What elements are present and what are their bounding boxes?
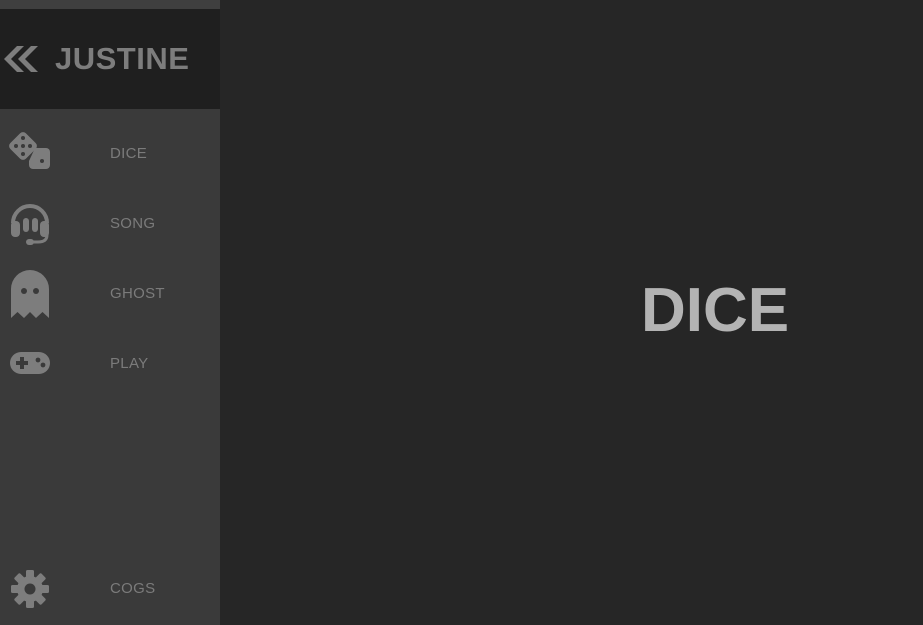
gear-icon — [8, 569, 54, 621]
sidebar-item-label: SONG — [110, 215, 156, 232]
sidebar-item-play[interactable]: PLAY — [0, 328, 220, 398]
sidebar-item-label: DICE — [110, 145, 148, 162]
dice-icon — [8, 131, 54, 183]
double-chevron-left-icon[interactable] — [2, 44, 40, 74]
sidebar-item-cogs[interactable]: COGS — [0, 553, 220, 623]
sidebar-item-dice[interactable]: DICE — [0, 118, 220, 188]
sidebar-item-ghost[interactable]: GHOST — [0, 258, 220, 328]
sidebar-top-strip — [0, 0, 220, 9]
sidebar-item-label: PLAY — [110, 355, 149, 372]
gamepad-icon — [8, 350, 54, 402]
sidebar-item-label: COGS — [110, 580, 156, 597]
brand-title: JUSTINE — [55, 41, 190, 76]
sidebar-collapse-toggle[interactable]: JUSTINE — [0, 9, 220, 109]
app-window: JUSTINE DICE SONG GHOST PLAY COGS DICE — [0, 0, 923, 625]
ghost-icon — [8, 268, 54, 320]
page-title: DICE — [641, 276, 790, 345]
sidebar-item-label: GHOST — [110, 285, 165, 302]
headset-icon — [8, 201, 54, 253]
sidebar: JUSTINE DICE SONG GHOST PLAY COGS — [0, 0, 220, 625]
sidebar-item-song[interactable]: SONG — [0, 188, 220, 258]
